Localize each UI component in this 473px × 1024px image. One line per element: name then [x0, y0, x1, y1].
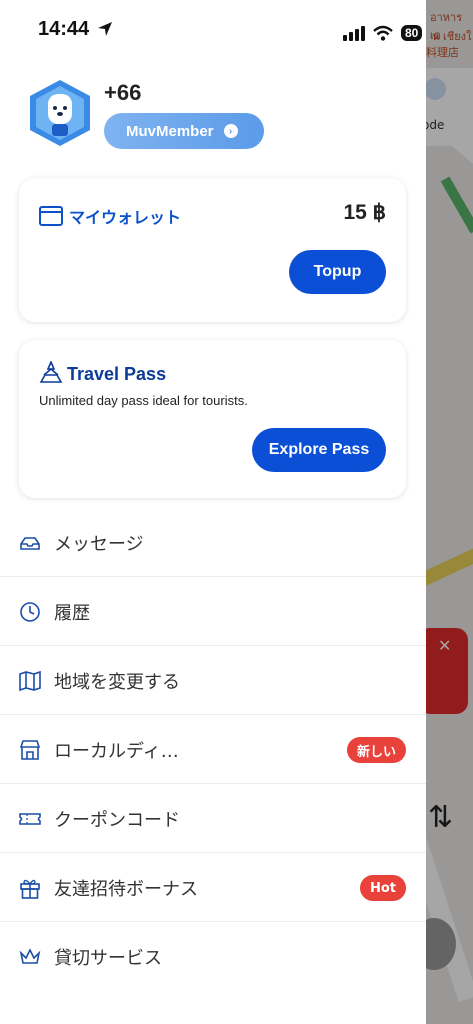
ticket-icon [19, 813, 41, 825]
menu-item-referral-bonus[interactable]: 友達招待ボーナス Hot [0, 853, 426, 922]
menu-item-label: メッセージ [54, 534, 144, 555]
menu-item-change-region[interactable]: 地域を変更する [0, 646, 426, 715]
wallet-title: マイウォレット [69, 208, 182, 227]
chevron-right-icon: › [223, 124, 238, 138]
menu-item-charter-service[interactable]: 貸切サービス [0, 922, 426, 991]
menu-item-messages[interactable]: メッセージ [0, 508, 426, 577]
wallet-card[interactable]: マイウォレット 15 ฿ Topup [19, 178, 406, 322]
member-label: MuvMember [126, 122, 214, 140]
phone-number: +66 [104, 80, 142, 105]
wallet-icon [39, 206, 63, 226]
menu-item-label: 貸切サービス [54, 948, 162, 969]
map-icon [19, 670, 41, 692]
status-time: 14:44 [38, 18, 90, 40]
avatar[interactable] [28, 78, 92, 148]
menu-item-coupon-code[interactable]: クーポンコード [0, 784, 426, 853]
menu-item-label: ローカルディ… [54, 741, 179, 762]
travel-pass-card[interactable]: Travel Pass Unlimited day pass ideal for… [19, 340, 406, 498]
new-badge: 新しい [346, 737, 406, 763]
signal-icon [343, 26, 365, 41]
store-icon [19, 740, 41, 760]
location-arrow-icon [98, 22, 112, 36]
explore-pass-button[interactable]: Explore Pass [252, 428, 386, 472]
travel-pass-subtitle: Unlimited day pass ideal for tourists. [39, 393, 248, 408]
gift-icon [20, 879, 40, 899]
side-drawer: 14:44 80 +66 MuvMember › マイウォレット 15 ฿ To… [0, 0, 426, 1024]
menu-item-local-deals[interactable]: ローカルディ… 新しい [0, 715, 426, 784]
menu-item-history[interactable]: 履歴 [0, 577, 426, 646]
member-button[interactable]: MuvMember › [104, 113, 264, 149]
menu-item-label: クーポンコード [54, 810, 180, 831]
inbox-icon [20, 537, 40, 550]
hot-badge: Hot [359, 875, 406, 901]
temple-icon [39, 361, 63, 383]
crown-icon [19, 948, 41, 964]
drawer-menu: メッセージ 履歴 地域を変更する ローカルディ… 新しい クーポンコード 友達招… [0, 508, 426, 991]
menu-item-label: 地域を変更する [54, 672, 180, 693]
wifi-icon [373, 25, 393, 41]
travel-pass-title: Travel Pass [67, 364, 167, 384]
topup-button[interactable]: Topup [289, 250, 386, 294]
status-icons: 80 [343, 22, 423, 44]
history-icon [20, 602, 40, 622]
battery-indicator: 80 [401, 25, 423, 41]
menu-item-label: 友達招待ボーナス [54, 879, 198, 900]
wallet-balance: 15 ฿ [343, 201, 386, 224]
menu-item-label: 履歴 [54, 603, 90, 624]
